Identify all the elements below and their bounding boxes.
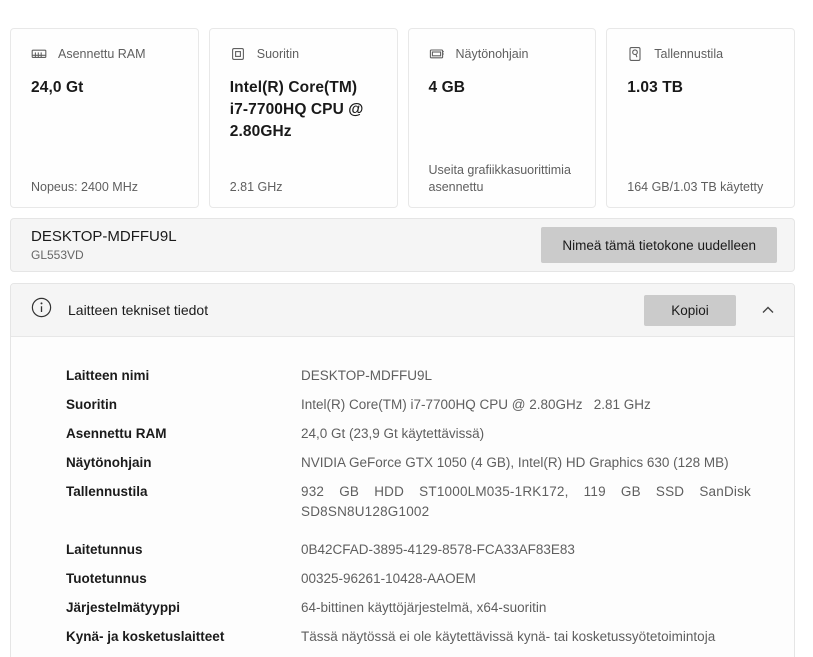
spec-value: 24,0 Gt (23,9 Gt käytettävissä) [301, 424, 754, 444]
card-footer: 164 GB/1.03 TB käytetty [627, 179, 784, 196]
spec-row-device-name: Laitteen nimi DESKTOP-MDFFU9L [66, 362, 754, 391]
device-specifications-card: Laitteen tekniset tiedot Kopioi Laitteen… [10, 283, 795, 657]
specs-section-title: Laitteen tekniset tiedot [68, 302, 208, 318]
spec-label: Tallennustila [66, 482, 301, 502]
device-name: DESKTOP-MDFFU9L [31, 228, 177, 247]
spec-label: Laitetunnus [66, 540, 301, 560]
spec-value: DESKTOP-MDFFU9L [301, 366, 754, 386]
card-installed-ram: Asennettu RAM 24,0 Gt Nopeus: 2400 MHz [10, 28, 199, 208]
card-title: Näytönohjain [456, 47, 529, 61]
card-value: 24,0 Gt [31, 77, 184, 99]
spec-row-storage: Tallennustila 932 GB HDD ST1000LM035-1RK… [66, 478, 754, 527]
card-footer: Useita grafiikkasuorittimia asennettu [429, 162, 586, 196]
spec-label: Järjestelmätyyppi [66, 598, 301, 618]
card-processor: Suoritin Intel(R) Core(TM) i7-7700HQ CPU… [209, 28, 398, 208]
spec-value: 64-bittinen käyttöjärjestelmä, x64-suori… [301, 598, 754, 618]
spec-value: NVIDIA GeForce GTX 1050 (4 GB), Intel(R)… [301, 453, 754, 473]
cpu-icon [230, 46, 246, 62]
card-value: Intel(R) Core(TM) i7-7700HQ CPU @ 2.80GH… [230, 77, 383, 143]
memory-icon [31, 46, 47, 62]
specs-expander-header[interactable]: Laitteen tekniset tiedot Kopioi [11, 284, 794, 337]
spec-row-system-type: Järjestelmätyyppi 64-bittinen käyttöjärj… [66, 594, 754, 623]
device-name-band: DESKTOP-MDFFU9L GL553VD Nimeä tämä tieto… [10, 218, 795, 272]
spec-row-device-id: Laitetunnus 0B42CFAD-3895-4129-8578-FCA3… [66, 536, 754, 565]
spec-row-installed-ram: Asennettu RAM 24,0 Gt (23,9 Gt käytettäv… [66, 420, 754, 449]
card-footer: Nopeus: 2400 MHz [31, 179, 188, 196]
spec-value: 932 GB HDD ST1000LM035-1RK172, 119 GB SS… [301, 482, 751, 522]
info-icon [31, 297, 52, 323]
spec-value: 0B42CFAD-3895-4129-8578-FCA33AF83E83 [301, 540, 754, 560]
card-value: 4 GB [429, 77, 582, 99]
specs-body: Laitteen nimi DESKTOP-MDFFU9L Suoritin I… [11, 337, 794, 657]
spec-row-product-id: Tuotetunnus 00325-96261-10428-AAOEM [66, 565, 754, 594]
card-title: Asennettu RAM [58, 47, 146, 61]
device-names: DESKTOP-MDFFU9L GL553VD [31, 228, 177, 262]
storage-icon [627, 46, 643, 62]
summary-cards-row: Asennettu RAM 24,0 Gt Nopeus: 2400 MHz S… [10, 28, 795, 208]
card-footer: 2.81 GHz [230, 179, 387, 196]
spec-row-pen-touch: Kynä- ja kosketuslaitteet Tässä näytössä… [66, 623, 754, 652]
copy-button[interactable]: Kopioi [644, 295, 736, 326]
rename-computer-button[interactable]: Nimeä tämä tietokone uudelleen [541, 227, 777, 263]
card-title: Tallennustila [654, 47, 723, 61]
spec-label: Laitteen nimi [66, 366, 301, 386]
spec-value: Intel(R) Core(TM) i7-7700HQ CPU @ 2.80GH… [301, 395, 754, 415]
gpu-icon [429, 46, 445, 62]
spec-value: 00325-96261-10428-AAOEM [301, 569, 754, 589]
chevron-up-icon[interactable] [759, 301, 777, 319]
spec-row-processor: Suoritin Intel(R) Core(TM) i7-7700HQ CPU… [66, 391, 754, 420]
card-title: Suoritin [257, 47, 299, 61]
spec-label: Tuotetunnus [66, 569, 301, 589]
spec-value: Tässä näytössä ei ole käytettävissä kynä… [301, 627, 754, 647]
spec-label: Asennettu RAM [66, 424, 301, 444]
card-graphics: Näytönohjain 4 GB Useita grafiikkasuorit… [408, 28, 597, 208]
spec-label: Kynä- ja kosketuslaitteet [66, 627, 301, 647]
device-model: GL553VD [31, 248, 177, 262]
spec-label: Suoritin [66, 395, 301, 415]
spec-row-graphics: Näytönohjain NVIDIA GeForce GTX 1050 (4 … [66, 449, 754, 478]
spec-label: Näytönohjain [66, 453, 301, 473]
card-storage: Tallennustila 1.03 TB 164 GB/1.03 TB käy… [606, 28, 795, 208]
card-value: 1.03 TB [627, 77, 780, 99]
